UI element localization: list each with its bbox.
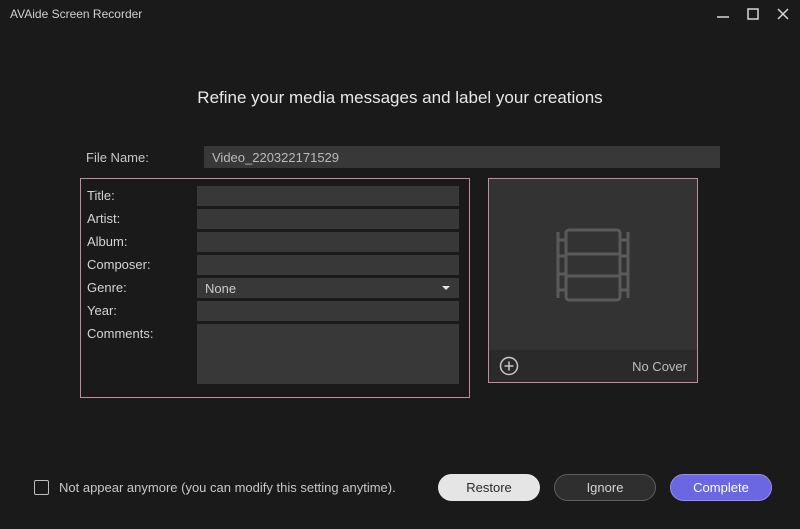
filename-input[interactable] [204, 146, 720, 168]
year-label: Year: [87, 301, 187, 318]
composer-label: Composer: [87, 255, 187, 272]
genre-select[interactable]: None [197, 278, 459, 298]
close-button[interactable] [776, 7, 790, 21]
complete-button[interactable]: Complete [670, 474, 772, 501]
main-row: Title: Artist: Album: Composer: Genre: N… [80, 178, 720, 398]
album-input[interactable] [197, 232, 459, 252]
no-cover-label: No Cover [632, 359, 687, 374]
title-input[interactable] [197, 186, 459, 206]
content-area: Refine your media messages and label you… [0, 28, 800, 398]
genre-value: None [205, 281, 236, 296]
artist-input[interactable] [197, 209, 459, 229]
filename-row: File Name: [80, 146, 720, 168]
checkbox-box [34, 480, 49, 495]
film-frame-icon [548, 220, 638, 310]
artist-label: Artist: [87, 209, 187, 226]
maximize-button[interactable] [746, 7, 760, 21]
year-input[interactable] [197, 301, 459, 321]
titlebar: AVAide Screen Recorder [0, 0, 800, 28]
add-cover-button[interactable] [499, 356, 519, 376]
page-heading: Refine your media messages and label you… [80, 88, 720, 108]
minimize-button[interactable] [716, 7, 730, 21]
window-controls [716, 7, 790, 21]
action-buttons: Restore Ignore Complete [438, 474, 772, 501]
ignore-button[interactable]: Ignore [554, 474, 656, 501]
album-label: Album: [87, 232, 187, 249]
comments-label: Comments: [87, 324, 187, 341]
checkbox-label: Not appear anymore (you can modify this … [59, 480, 396, 495]
filename-label: File Name: [80, 150, 190, 165]
composer-input[interactable] [197, 255, 459, 275]
cover-panel: No Cover [488, 178, 698, 383]
bottom-bar: Not appear anymore (you can modify this … [0, 474, 800, 501]
cover-art-placeholder [489, 179, 697, 350]
title-label: Title: [87, 186, 187, 203]
restore-button[interactable]: Restore [438, 474, 540, 501]
comments-input[interactable] [197, 324, 459, 384]
app-title: AVAide Screen Recorder [10, 7, 142, 21]
cover-footer: No Cover [489, 350, 697, 382]
metadata-panel: Title: Artist: Album: Composer: Genre: N… [80, 178, 470, 398]
not-appear-checkbox[interactable]: Not appear anymore (you can modify this … [34, 480, 396, 495]
genre-label: Genre: [87, 278, 187, 295]
